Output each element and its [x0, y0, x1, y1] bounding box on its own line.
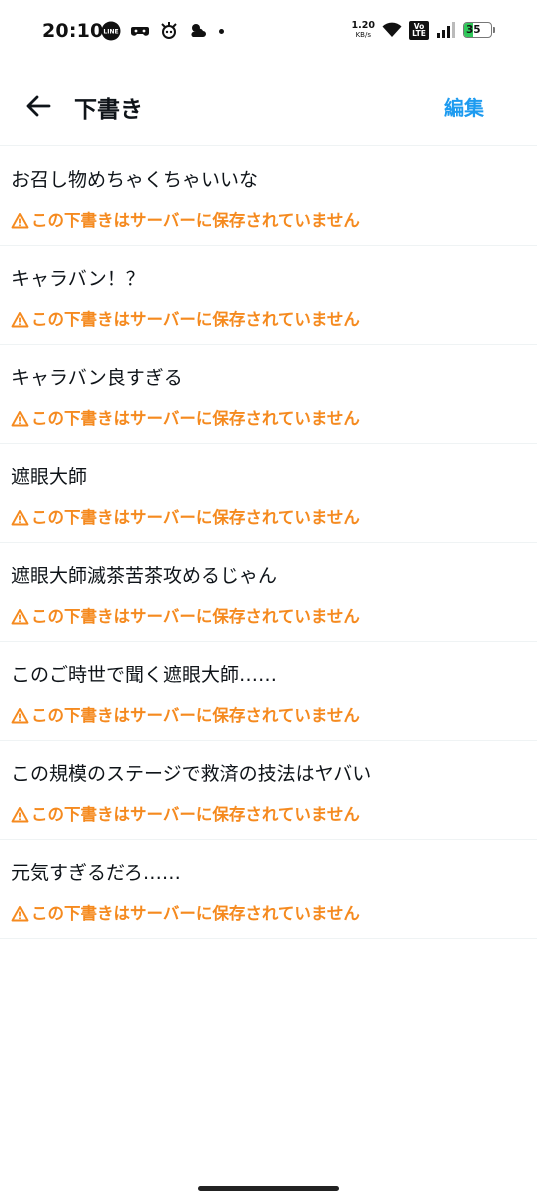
warning-icon — [11, 905, 29, 923]
draft-warning: この下書きはサーバーに保存されていません — [11, 904, 360, 924]
game-character-icon — [159, 21, 179, 41]
battery-tip — [493, 27, 495, 33]
warning-icon — [11, 509, 29, 527]
draft-warning-text: この下書きはサーバーに保存されていません — [31, 904, 360, 923]
back-button[interactable] — [20, 88, 56, 124]
warning-icon — [11, 806, 29, 824]
svg-text:LINE: LINE — [103, 29, 118, 36]
draft-warning-text: この下書きはサーバーに保存されていません — [31, 409, 360, 428]
game-controller-icon — [130, 21, 150, 41]
back-arrow-icon — [26, 95, 51, 117]
volte-badge: Vo LTE — [409, 20, 429, 40]
edit-button[interactable]: 編集 — [444, 92, 484, 121]
draft-item[interactable]: この規模のステージで救済の技法はヤバい この下書きはサーバーに保存されていません — [0, 741, 537, 840]
wifi-icon — [382, 20, 402, 40]
draft-warning: この下書きはサーバーに保存されていません — [11, 607, 360, 627]
warning-icon — [11, 608, 29, 626]
draft-warning-text: この下書きはサーバーに保存されていません — [31, 805, 360, 824]
battery-level: 35 — [466, 24, 481, 36]
system-status: 1.20 KB/s Vo LTE 35 — [352, 20, 495, 40]
draft-warning-text: この下書きはサーバーに保存されていません — [31, 706, 360, 725]
draft-warning-text: この下書きはサーバーに保存されていません — [31, 310, 360, 329]
draft-text: 元気すぎるだろ…… — [11, 862, 181, 884]
draft-warning: この下書きはサーバーに保存されていません — [11, 409, 360, 429]
draft-warning: この下書きはサーバーに保存されていません — [11, 706, 360, 726]
draft-item[interactable]: 遮眼大師 この下書きはサーバーに保存されていません — [0, 444, 537, 543]
warning-icon — [11, 212, 29, 230]
network-speed-unit: KB/s — [355, 30, 371, 39]
warning-icon — [11, 311, 29, 329]
draft-text: 遮眼大師滅茶苦茶攻めるじゃん — [11, 565, 278, 587]
status-time: 20:10 — [42, 20, 104, 42]
line-app-icon: LINE — [101, 21, 121, 41]
draft-text: キャラバン良すぎる — [11, 367, 183, 389]
draft-warning: この下書きはサーバーに保存されていません — [11, 805, 360, 825]
warning-icon — [11, 707, 29, 725]
app-header: 下書き 編集 — [0, 64, 537, 146]
draft-item[interactable]: お召し物めちゃくちゃいいな この下書きはサーバーに保存されていません — [0, 147, 537, 246]
draft-warning-text: この下書きはサーバーに保存されていません — [31, 508, 360, 527]
network-speed: 1.20 KB/s — [352, 21, 375, 39]
draft-list: お召し物めちゃくちゃいいな この下書きはサーバーに保存されていません キャラバン… — [0, 147, 537, 939]
draft-warning: この下書きはサーバーに保存されていません — [11, 310, 360, 330]
draft-warning-text: この下書きはサーバーに保存されていません — [31, 211, 360, 230]
draft-item[interactable]: キャラバン！？ この下書きはサーバーに保存されていません — [0, 246, 537, 345]
status-bar: 20:10 LINE 1.20 KB/s Vo LTE 35 — [0, 0, 537, 64]
draft-text: お召し物めちゃくちゃいいな — [11, 169, 259, 191]
battery-icon: 35 — [463, 22, 492, 38]
draft-warning: この下書きはサーバーに保存されていません — [11, 508, 360, 528]
home-indicator[interactable] — [198, 1186, 339, 1191]
weather-cloud-icon — [188, 21, 208, 41]
warning-icon — [11, 410, 29, 428]
draft-text: このご時世で聞く遮眼大師…… — [11, 664, 278, 686]
draft-text: 遮眼大師 — [11, 466, 88, 488]
volte-bottom: LTE — [412, 29, 426, 38]
draft-text: この規模のステージで救済の技法はヤバい — [11, 763, 372, 785]
notification-icons: LINE — [101, 21, 224, 41]
draft-warning: この下書きはサーバーに保存されていません — [11, 211, 360, 231]
draft-item[interactable]: キャラバン良すぎる この下書きはサーバーに保存されていません — [0, 345, 537, 444]
draft-item[interactable]: 元気すぎるだろ…… この下書きはサーバーに保存されていません — [0, 840, 537, 939]
draft-item[interactable]: このご時世で聞く遮眼大師…… この下書きはサーバーに保存されていません — [0, 642, 537, 741]
network-speed-value: 1.20 — [351, 20, 375, 32]
draft-warning-text: この下書きはサーバーに保存されていません — [31, 607, 360, 626]
signal-strength-icon — [436, 20, 456, 40]
more-notifications-dot — [219, 28, 224, 34]
page-title: 下書き — [74, 97, 143, 123]
draft-item[interactable]: 遮眼大師滅茶苦茶攻めるじゃん この下書きはサーバーに保存されていません — [0, 543, 537, 642]
draft-text: キャラバン！？ — [11, 268, 145, 290]
